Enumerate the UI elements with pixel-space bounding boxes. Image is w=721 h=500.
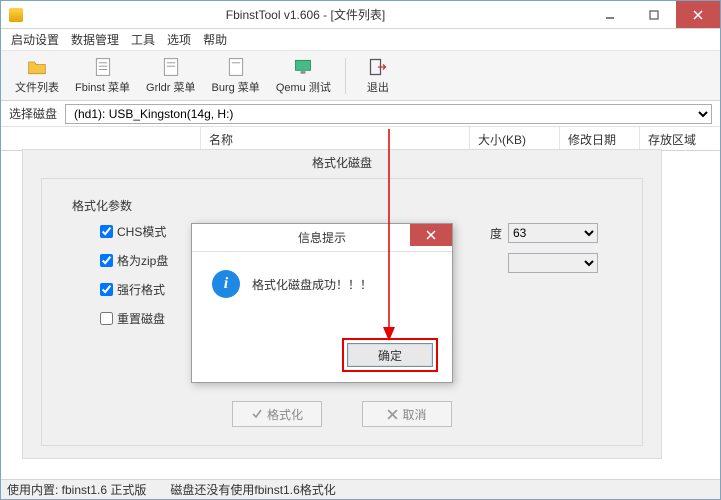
toolbar-burg-menu[interactable]: Burg 菜单 [206, 55, 266, 97]
chk-reset-input[interactable] [100, 312, 113, 325]
disk-select-dropdown[interactable]: (hd1): USB_Kingston(14g, H:) [65, 104, 712, 124]
chk-chs-mode[interactable]: CHS模式 [100, 223, 168, 240]
toolbar-file-list[interactable]: 文件列表 [9, 55, 65, 97]
chk-force-format[interactable]: 强行格式 [100, 281, 168, 298]
column-area[interactable]: 存放区域 [640, 127, 720, 150]
x-icon [387, 409, 398, 420]
column-date[interactable]: 修改日期 [560, 127, 640, 150]
chk-zip-disk[interactable]: 格为zip盘 [100, 252, 168, 269]
menu-item-help[interactable]: 帮助 [203, 31, 227, 48]
menu-item-data[interactable]: 数据管理 [71, 31, 119, 48]
format-params-label: 格式化参数 [72, 197, 132, 214]
minimize-button[interactable] [588, 1, 632, 28]
document-icon [161, 57, 181, 77]
status-left: 使用内置: fbinst1.6 正式版 [7, 481, 146, 498]
chk-reset-disk[interactable]: 重置磁盘 [100, 310, 168, 327]
cancel-button[interactable]: 取消 [362, 401, 452, 427]
ok-button[interactable]: 确定 [347, 343, 433, 367]
messagebox-message: 格式化磁盘成功！！！ [252, 276, 372, 293]
format-dialog-title: 格式化磁盘 [23, 150, 661, 177]
messagebox-titlebar: 信息提示 [192, 224, 452, 252]
close-button[interactable] [676, 1, 720, 28]
check-icon [251, 408, 263, 420]
speed-select[interactable]: 63 [508, 223, 598, 243]
messagebox-close-button[interactable] [410, 224, 452, 246]
ok-button-highlight: 确定 [342, 338, 438, 372]
second-select[interactable] [508, 253, 598, 273]
menu-bar: 启动设置 数据管理 工具 选项 帮助 [1, 29, 720, 51]
format-button[interactable]: 格式化 [232, 401, 322, 427]
folder-icon [27, 57, 47, 77]
toolbar-grldr-menu[interactable]: Grldr 菜单 [140, 55, 202, 97]
toolbar-exit[interactable]: 退出 [354, 55, 402, 97]
column-tree [1, 127, 201, 150]
window-title: FbinstTool v1.606 - [文件列表] [23, 6, 588, 23]
chk-zip-input[interactable] [100, 254, 113, 267]
chk-force-input[interactable] [100, 283, 113, 296]
disk-select-label: 选择磁盘 [9, 105, 57, 122]
column-header: 名称 大小(KB) 修改日期 存放区域 [1, 127, 720, 151]
info-icon: i [212, 270, 240, 298]
speed-label-suffix: 度 [490, 225, 502, 242]
info-messagebox: 信息提示 i 格式化磁盘成功！！！ 确定 [191, 223, 453, 383]
window-titlebar: FbinstTool v1.606 - [文件列表] [1, 1, 720, 29]
toolbar-fbinst-menu[interactable]: Fbinst 菜单 [69, 55, 136, 97]
toolbar: 文件列表 Fbinst 菜单 Grldr 菜单 Burg 菜单 Qemu 测试 … [1, 51, 720, 101]
chk-chs-input[interactable] [100, 225, 113, 238]
toolbar-separator [345, 58, 346, 94]
document-icon [226, 57, 246, 77]
monitor-icon [293, 57, 313, 77]
menu-item-options[interactable]: 选项 [167, 31, 191, 48]
column-size[interactable]: 大小(KB) [470, 127, 560, 150]
maximize-button[interactable] [632, 1, 676, 28]
menu-item-startup[interactable]: 启动设置 [11, 31, 59, 48]
toolbar-qemu-test[interactable]: Qemu 测试 [270, 55, 337, 97]
app-icon [9, 8, 23, 22]
status-right: 磁盘还没有使用fbinst1.6格式化 [170, 481, 335, 498]
document-icon [93, 57, 113, 77]
disk-select-row: 选择磁盘 (hd1): USB_Kingston(14g, H:) [1, 101, 720, 127]
menu-item-tools[interactable]: 工具 [131, 31, 155, 48]
close-icon [426, 230, 436, 240]
exit-icon [368, 57, 388, 77]
status-bar: 使用内置: fbinst1.6 正式版 磁盘还没有使用fbinst1.6格式化 [1, 479, 720, 499]
column-name[interactable]: 名称 [201, 127, 470, 150]
